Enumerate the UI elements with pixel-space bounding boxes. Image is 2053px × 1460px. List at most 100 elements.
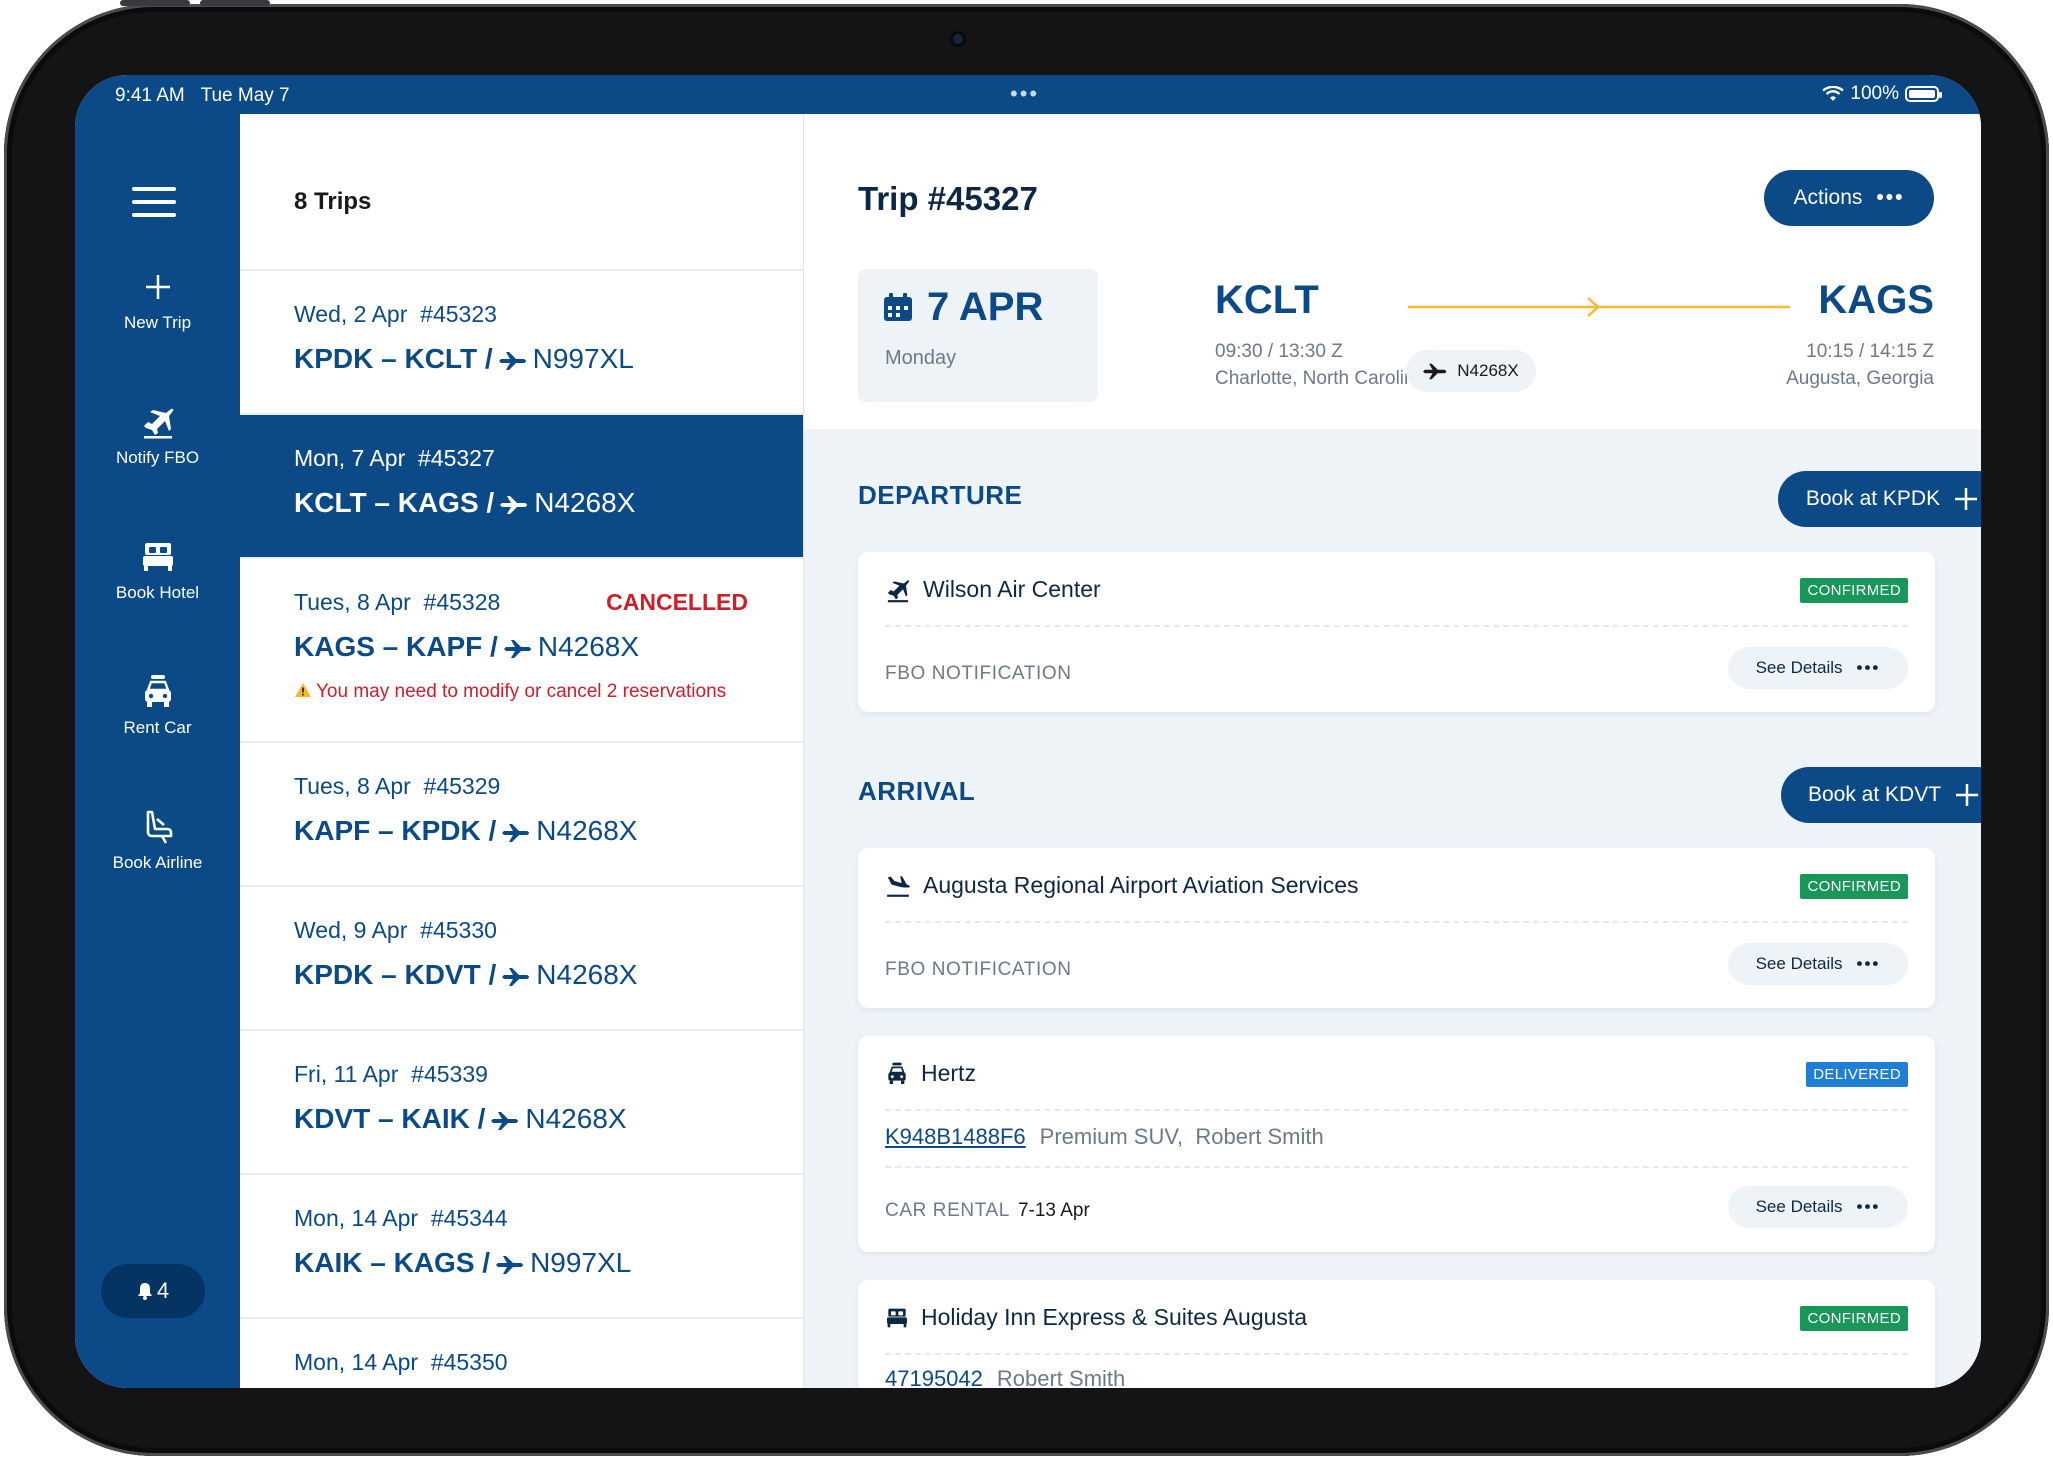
book-label: Book at KDVT (1807, 783, 1942, 806)
device-button (120, 0, 190, 6)
trip-date-text: Fri, 11 Apr (294, 1061, 399, 1087)
route-origin: KAGS (294, 631, 375, 662)
card-title: Hertz (885, 1060, 976, 1087)
confirmation-link[interactable]: K948B1488F6 (885, 1124, 1026, 1149)
book-label: Book at KPDK (1805, 487, 1941, 510)
trip-date-text: Mon, 7 Apr (294, 445, 406, 471)
trip-date: Mon, 7 Apr #45327 (294, 445, 495, 472)
trip-row[interactable]: Fri, 11 Apr #45339 KDVT – KAIK / N4268X (240, 1031, 803, 1175)
see-details-button[interactable]: See Details ••• (1728, 943, 1908, 985)
status-badge: CONFIRMED (1800, 578, 1908, 603)
divider (885, 1353, 1908, 1355)
route-tail: N4268X (536, 959, 638, 990)
route-destination: KCLT (404, 343, 478, 374)
divider (885, 1109, 1908, 1111)
warning-message: You may need to modify or cancel 2 reser… (294, 681, 726, 703)
route-origin: KDVT (294, 1103, 371, 1134)
reservation-card: Wilson Air Center CONFIRMED FBO NOTIFICA… (858, 552, 1935, 712)
date-big-text: 7 APR (927, 285, 1044, 329)
reservation-type-text: CAR RENTAL (885, 1200, 1010, 1221)
route-tail: N4268X (537, 631, 640, 662)
route-origin: KCLT (294, 487, 367, 518)
bed-icon (142, 543, 173, 571)
device-button (200, 0, 270, 6)
book-departure-button[interactable]: Book at KPDK (1778, 471, 1981, 527)
confirmation-link[interactable]: 47195042 (885, 1366, 983, 1388)
plane-departure-icon (887, 579, 910, 602)
divider (885, 625, 1908, 627)
trip-date: Mon, 14 Apr #45350 (294, 1349, 508, 1376)
route-tail: N997XL (532, 343, 634, 374)
trip-row[interactable]: Mon, 14 Apr #45344 KAIK – KAGS / N997XL (240, 1175, 803, 1319)
trip-row[interactable]: Wed, 9 Apr #45330 KPDK – KDVT / N4268X (240, 887, 803, 1031)
see-details-button[interactable]: See Details ••• (1728, 1186, 1908, 1228)
warning-text: You may need to modify or cancel 2 reser… (316, 681, 727, 702)
actions-label: Actions (1793, 186, 1863, 209)
reservation-type: FBO NOTIFICATION (885, 959, 1072, 980)
screen: 9:41 AM Tue May 7 ••• 100% New Trip Noti… (75, 75, 1981, 1388)
nav-notify-fbo[interactable]: Notify FBO (75, 404, 240, 468)
origin-info: 09:30 / 13:30 Z Charlotte, North Carolin… (1215, 338, 1425, 392)
route-destination: KDVT (404, 959, 481, 990)
card-title: Augusta Regional Airport Aviation Servic… (885, 872, 1359, 899)
vendor-name: Wilson Air Center (923, 576, 1101, 602)
plane-icon (499, 350, 529, 372)
nav-book-hotel[interactable]: Book Hotel (75, 539, 240, 603)
seat-icon (146, 810, 172, 844)
trip-row[interactable]: Tues, 8 Apr #45329 KAPF – KPDK / N4268X (240, 743, 803, 887)
trip-date-text: Mon, 14 Apr (294, 1349, 419, 1375)
trip-id: #45328 (423, 589, 501, 615)
route-origin: KAPF (294, 815, 371, 846)
book-arrival-button[interactable]: Book at KDVT (1781, 767, 1981, 823)
battery-percent: 100% (1850, 83, 1899, 104)
nav-rent-car[interactable]: Rent Car (75, 674, 240, 738)
car-icon (144, 675, 171, 707)
trip-row[interactable]: Tues, 8 Apr #45328 CANCELLED KAGS – KAPF… (240, 559, 803, 743)
route-destination: KPDK (401, 815, 481, 846)
nav-new-trip[interactable]: New Trip (75, 269, 240, 333)
actions-button[interactable]: Actions ••• (1764, 170, 1934, 226)
more-icon: ••• (1856, 1197, 1881, 1216)
origin-times: 09:30 / 13:30 Z (1215, 341, 1343, 362)
reservation-card: Hertz DELIVERED K948B1488F6 Premium SUV, … (858, 1036, 1935, 1252)
trip-route: KDVT – KAIK / N4268X (294, 1103, 627, 1134)
notification-count: 4 (156, 1278, 170, 1303)
route-arrow (1408, 297, 1790, 317)
trip-list-header: 8 Trips (240, 114, 803, 271)
destination-code: KAGS (1818, 278, 1934, 322)
menu-icon[interactable] (132, 187, 176, 226)
plane-icon (491, 1110, 521, 1132)
trip-row[interactable]: Wed, 2 Apr #45323 KPDK – KCLT / N997XL (240, 271, 803, 415)
status-indicators: 100% (1822, 83, 1942, 105)
trip-route: KAGS – KAPF / N4268X (294, 631, 640, 662)
camera-icon (953, 34, 963, 44)
trip-date-text: Wed, 2 Apr (294, 301, 408, 327)
nav-book-airline[interactable]: Book Airline (75, 809, 240, 873)
nav-label: New Trip (123, 313, 192, 332)
reservation-info: 47195042 Robert Smith (885, 1366, 1125, 1388)
multitask-dots-icon[interactable]: ••• (1010, 81, 1039, 107)
see-details-button[interactable]: See Details ••• (1728, 647, 1908, 689)
destination-times: 10:15 / 14:15 Z (1806, 341, 1934, 362)
vehicle-desc: Premium SUV, (1039, 1124, 1184, 1149)
trip-row[interactable]: Mon, 14 Apr #45350 (240, 1319, 803, 1388)
nav-rail: New Trip Notify FBO Book Hotel Rent Car … (75, 114, 240, 1388)
trip-route: KPDK – KCLT / N997XL (294, 343, 634, 374)
divider (885, 921, 1908, 923)
route-destination: KAGS (397, 487, 479, 518)
notifications-button[interactable]: 4 (101, 1264, 205, 1318)
trip-row-selected[interactable]: Mon, 7 Apr #45327 KCLT – KAGS / N4268X (240, 415, 803, 559)
card-title: Holiday Inn Express & Suites Augusta (885, 1304, 1307, 1331)
wifi-icon (1822, 86, 1845, 101)
vendor-name: Hertz (921, 1060, 976, 1086)
tail-pill: N4268X (1406, 350, 1536, 392)
trip-date-text: Wed, 9 Apr (294, 917, 408, 943)
nav-label: Book Hotel (115, 583, 200, 602)
route-tail: N4268X (525, 1103, 627, 1134)
route-destination: KAPF (406, 631, 483, 662)
origin-city: Charlotte, North Carolina (1215, 368, 1426, 389)
more-icon: ••• (1856, 658, 1881, 677)
plus-icon (145, 275, 170, 299)
reservation-card: Augusta Regional Airport Aviation Servic… (858, 848, 1935, 1008)
plane-icon (496, 1254, 526, 1276)
